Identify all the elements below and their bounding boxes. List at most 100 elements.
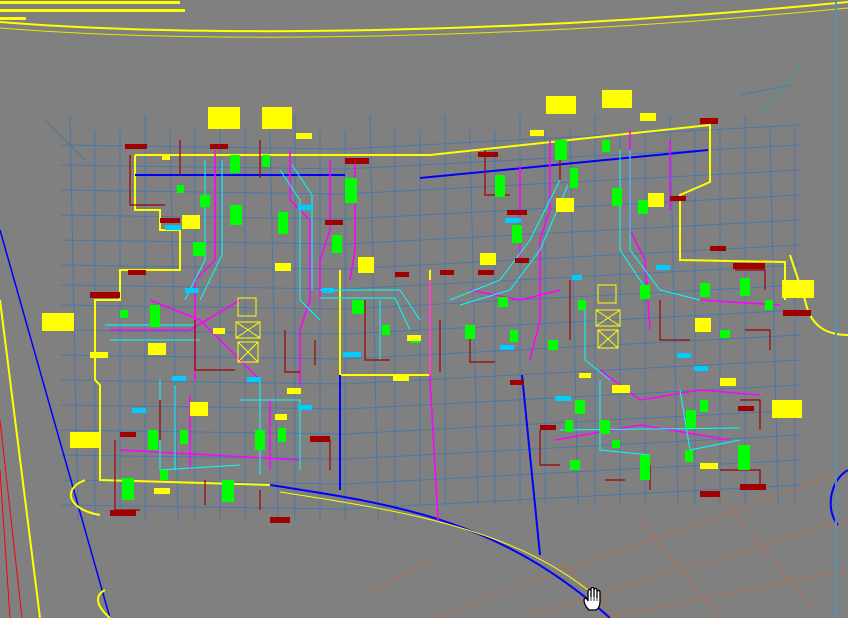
drawing-notes <box>0 0 190 26</box>
equipment-block <box>262 155 270 167</box>
cyan-tag <box>555 396 571 401</box>
unit-tag <box>310 436 330 442</box>
unit-tag <box>110 510 136 516</box>
unit-tag <box>710 246 726 251</box>
equipment-block <box>600 420 610 434</box>
note-line-1 <box>0 1 180 4</box>
cyan-tag <box>656 265 670 270</box>
annotation-block <box>70 432 100 448</box>
cyan-tag <box>694 366 708 371</box>
equipment-block <box>685 450 693 462</box>
note-line-2 <box>0 9 185 12</box>
equipment-block <box>740 278 750 296</box>
equipment-block <box>738 445 750 470</box>
equipment-block <box>255 430 265 450</box>
annotation-block <box>695 318 711 332</box>
unit-tag <box>700 118 718 124</box>
equipment-block <box>612 440 620 448</box>
unit-tag <box>440 270 454 275</box>
equipment-block <box>120 310 128 318</box>
cad-drawing-viewport[interactable] <box>0 0 848 618</box>
equipment-block <box>278 212 288 234</box>
cyan-tag <box>185 288 199 293</box>
unit-tag <box>160 218 180 223</box>
unit-tag <box>478 152 498 157</box>
equipment-block <box>148 430 158 450</box>
equipment-block <box>332 235 342 253</box>
annotation-block <box>407 335 421 341</box>
equipment-block <box>638 200 648 214</box>
equipment-block <box>700 400 708 412</box>
equipment-block <box>200 195 210 207</box>
annotation-block <box>530 130 544 136</box>
equipment-block <box>122 478 134 500</box>
drawing-background <box>0 0 848 618</box>
cyan-tag <box>505 218 521 223</box>
equipment-block <box>575 400 585 414</box>
unit-tag <box>515 258 529 263</box>
annotation-block <box>148 343 166 355</box>
unit-tag <box>783 310 811 316</box>
unit-tag <box>120 432 136 437</box>
unit-tag <box>733 263 765 269</box>
annotation-block <box>208 107 240 129</box>
cyan-tag <box>343 352 361 357</box>
cad-drawing-canvas[interactable] <box>0 0 848 618</box>
equipment-block <box>150 305 160 327</box>
equipment-block <box>193 242 205 256</box>
equipment-block <box>345 178 357 203</box>
unit-tag <box>670 196 686 201</box>
unit-tag <box>510 380 524 385</box>
annotation-block <box>162 155 170 160</box>
equipment-block <box>640 455 650 480</box>
annotation-block <box>648 193 664 207</box>
equipment-block <box>720 330 730 338</box>
annotation-block <box>556 198 574 212</box>
annotation-block <box>90 352 108 358</box>
annotation-block <box>579 373 591 378</box>
annotation-block <box>720 378 736 386</box>
annotation-block <box>640 113 656 121</box>
cyan-tag <box>247 377 261 382</box>
equipment-block <box>160 470 168 480</box>
unit-tag <box>90 292 120 298</box>
unit-tag <box>395 272 409 277</box>
annotation-block <box>612 385 630 393</box>
equipment-block <box>230 205 242 225</box>
cyan-tag <box>572 275 582 280</box>
annotation-block <box>393 375 409 381</box>
cyan-tag <box>172 376 186 381</box>
note-line-3 <box>0 17 26 20</box>
cyan-tag <box>165 225 181 230</box>
equipment-block <box>465 325 475 339</box>
annotation-block <box>42 313 74 331</box>
equipment-block <box>352 300 364 314</box>
equipment-block <box>578 300 586 310</box>
annotation-block <box>546 96 576 114</box>
annotation-block <box>602 90 632 108</box>
unit-tag <box>700 491 720 497</box>
equipment-block <box>640 285 650 299</box>
equipment-block <box>498 297 508 307</box>
equipment-block <box>382 325 390 335</box>
unit-tag <box>738 406 754 411</box>
annotation-block <box>358 257 374 273</box>
equipment-block <box>765 300 773 310</box>
annotation-block <box>772 400 802 418</box>
annotation-block <box>700 463 718 469</box>
equipment-block <box>700 283 710 297</box>
cyan-tag <box>298 405 312 410</box>
annotation-block <box>154 488 170 494</box>
annotation-block <box>296 133 312 139</box>
annotation-block <box>275 263 291 271</box>
pan-hand-icon <box>583 586 601 611</box>
equipment-block <box>602 140 610 152</box>
annotation-block <box>275 414 287 420</box>
equipment-block <box>495 175 505 197</box>
equipment-block <box>177 185 184 193</box>
equipment-block <box>570 460 580 470</box>
equipment-block <box>510 330 518 342</box>
unit-tag <box>345 158 369 164</box>
unit-tag <box>478 270 494 275</box>
unit-tag <box>325 220 343 225</box>
